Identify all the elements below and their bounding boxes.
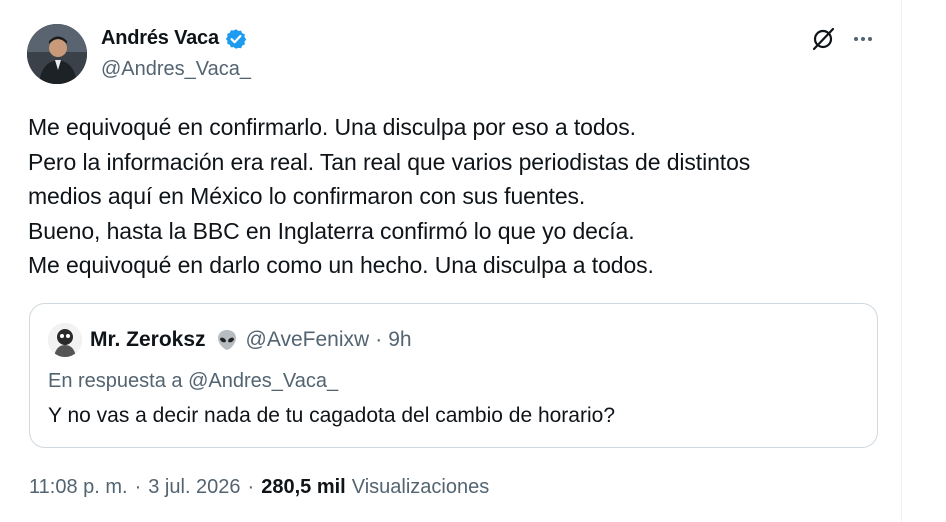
tweet-time[interactable]: 11:08 p. m.	[29, 476, 128, 499]
author-display-name[interactable]: Andrés Vaca	[101, 27, 219, 50]
more-horizontal-icon	[854, 37, 872, 41]
tweet-line: medios aquí en México lo confirmaron con…	[28, 183, 586, 209]
tweet-line: Pero la información era real. Tan real q…	[28, 148, 751, 175]
reply-prefix: En respuesta a	[48, 370, 183, 392]
author-avatar[interactable]	[27, 24, 87, 84]
grok-button[interactable]	[808, 24, 838, 54]
tweet-meta: 11:08 p. m. · 3 jul. 2026 · 280,5 mil Vi…	[29, 476, 489, 499]
quoted-tweet-card[interactable]: Mr. Zeroksz @AveFenixw · 9h En respuesta…	[29, 303, 878, 448]
profile-photo-icon	[48, 323, 82, 357]
reply-context: En respuesta a @Andres_Vaca_	[48, 370, 338, 393]
tweet-text: Me equivoqué en confirmarlo. Una disculp…	[28, 110, 888, 283]
right-divider	[901, 0, 902, 522]
more-options-button[interactable]	[848, 24, 878, 54]
tweet-line: Bueno, hasta la BBC en Inglaterra confir…	[28, 217, 635, 244]
quote-author-handle[interactable]: @AveFenixw	[246, 328, 370, 352]
quote-header: Mr. Zeroksz @AveFenixw · 9h	[90, 328, 412, 352]
quote-timestamp[interactable]: 9h	[388, 328, 411, 352]
tweet-line: Me equivoqué en darlo como un hecho. Una…	[28, 252, 654, 278]
reply-mention-link[interactable]: @Andres_Vaca_	[188, 370, 338, 392]
profile-photo-icon	[27, 24, 87, 84]
tweet-date[interactable]: 3 jul. 2026	[148, 476, 240, 499]
quote-author-avatar[interactable]	[48, 323, 82, 357]
alien-emoji-icon	[216, 329, 238, 351]
verified-badge-icon[interactable]	[225, 28, 247, 50]
views-count[interactable]: 280,5 mil	[261, 476, 346, 499]
separator-dot: ·	[375, 328, 383, 351]
author-name-row[interactable]: Andrés Vaca	[101, 27, 247, 50]
tweet-line: Me equivoqué en confirmarlo. Una disculp…	[28, 114, 636, 140]
author-handle[interactable]: @Andres_Vaca_	[101, 58, 251, 81]
separator-dot: ·	[134, 476, 142, 498]
quote-author-name[interactable]: Mr. Zeroksz	[90, 328, 206, 352]
grok-icon	[812, 27, 835, 51]
separator-dot: ·	[247, 476, 255, 498]
quote-text: Y no vas a decir nada de tu cagadota del…	[48, 404, 615, 427]
views-label[interactable]: Visualizaciones	[352, 476, 490, 499]
